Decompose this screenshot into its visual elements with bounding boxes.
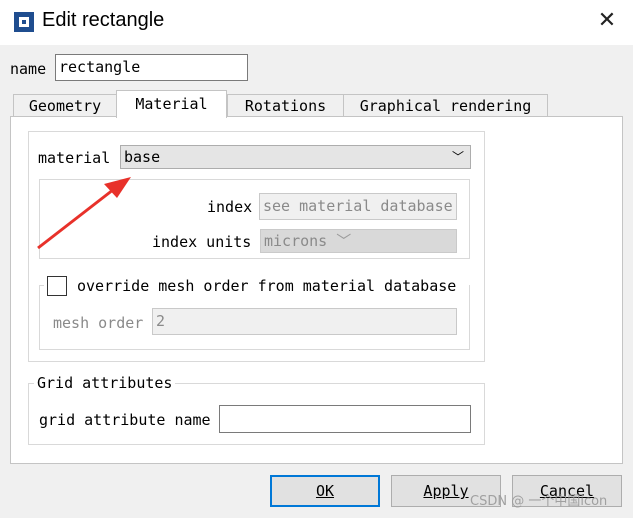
window-title: Edit rectangle bbox=[42, 9, 165, 31]
override-checkbox[interactable] bbox=[47, 276, 67, 296]
chevron-down-icon: ﹀ bbox=[451, 150, 464, 164]
chevron-down-icon: ﹀ bbox=[336, 232, 352, 250]
index-label: index bbox=[207, 198, 253, 216]
material-select[interactable]: base ﹀ bbox=[120, 145, 471, 169]
index-units-label: index units bbox=[152, 233, 252, 251]
watermark: CSDN @ 一个中国icon bbox=[470, 494, 608, 509]
material-label: material bbox=[38, 149, 111, 167]
name-input[interactable]: rectangle bbox=[55, 54, 248, 81]
tab-material[interactable]: Material bbox=[116, 90, 227, 118]
ok-button[interactable]: OK bbox=[270, 475, 380, 507]
tab-graphical-rendering[interactable]: Graphical rendering bbox=[343, 94, 548, 118]
tab-geometry[interactable]: Geometry bbox=[13, 94, 117, 118]
material-select-value: base bbox=[124, 148, 161, 166]
grid-attribute-label: grid attribute name bbox=[39, 411, 211, 429]
name-label: name bbox=[10, 60, 47, 78]
grid-attributes-title: Grid attributes bbox=[34, 374, 176, 392]
grid-attribute-input[interactable] bbox=[219, 405, 471, 433]
index-field: see material database bbox=[259, 193, 457, 220]
mesh-order-label: mesh order bbox=[53, 314, 144, 332]
index-units-value: microns bbox=[264, 232, 328, 250]
index-units-select: microns ﹀ bbox=[260, 229, 457, 253]
close-icon[interactable]: ✕ bbox=[595, 8, 619, 34]
mesh-order-field: 2 bbox=[152, 308, 457, 335]
app-icon bbox=[14, 12, 34, 32]
override-label: override mesh order from material databa… bbox=[77, 277, 457, 295]
tab-rotations[interactable]: Rotations bbox=[227, 94, 344, 118]
